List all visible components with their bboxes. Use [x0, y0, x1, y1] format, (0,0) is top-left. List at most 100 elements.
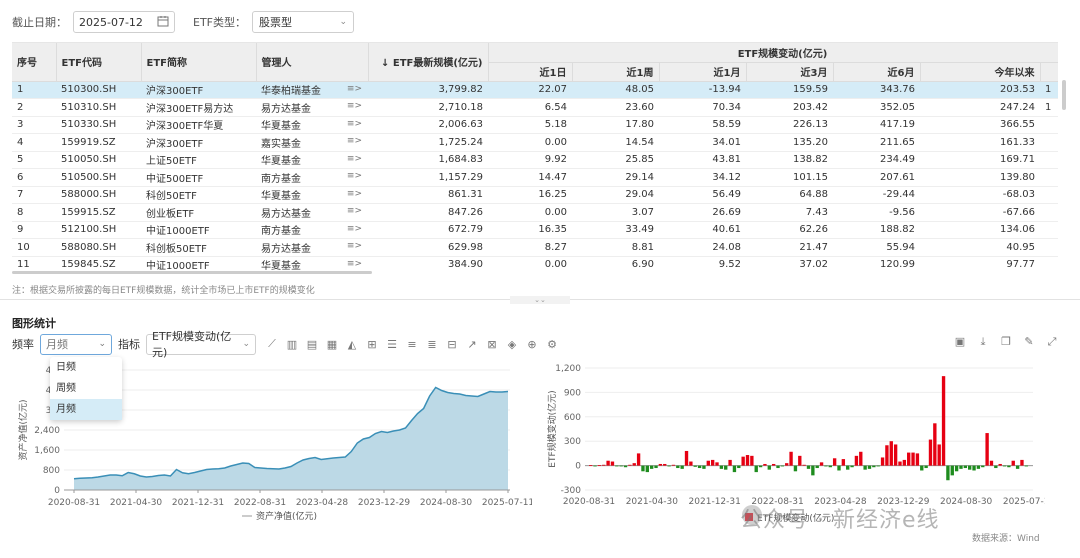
bar: [828, 465, 832, 468]
col-header-1d[interactable]: 近1日: [488, 62, 573, 82]
horizontal-bar-icon[interactable]: ☰: [382, 338, 402, 351]
horizontal-scrollbar[interactable]: [12, 271, 372, 274]
table-row[interactable]: 4 159919.SZ 沪深300ETF 嘉实基金 ≡> 1,725.24 0.00 14.5…: [12, 133, 1058, 152]
detail-menu-icon[interactable]: ≡>: [347, 119, 362, 129]
etf-table: 序号 ETF代码 ETF简称 管理人 ↓ ETF最新规模(亿元) ETF规模变动…: [12, 42, 1058, 272]
align-icon[interactable]: ≡: [402, 338, 422, 351]
col-header-1m[interactable]: 近1月: [659, 62, 747, 82]
bar: [737, 465, 741, 469]
manager-name: 易方达基金: [261, 208, 311, 220]
frequency-option-monthly[interactable]: 月频: [50, 399, 122, 420]
bar: [994, 465, 998, 469]
cell-change: -68.03: [920, 186, 1040, 204]
paint-bucket-icon[interactable]: ◈: [502, 338, 522, 351]
download-icon[interactable]: ⤓: [973, 335, 993, 349]
bar: [615, 465, 619, 467]
detail-menu-icon[interactable]: ≡>: [347, 259, 362, 269]
col-header-name[interactable]: ETF简称: [141, 43, 257, 82]
date-picker[interactable]: 2025-07-12: [73, 11, 175, 33]
detail-menu-icon[interactable]: ≡>: [347, 154, 362, 164]
list-chart-icon[interactable]: ≣: [422, 338, 442, 351]
bar: [789, 451, 793, 466]
bar: [776, 465, 780, 469]
x-tick-label: 2025-07-11: [482, 498, 532, 508]
grid-icon[interactable]: ⊟: [442, 338, 462, 351]
vertical-scrollbar[interactable]: [1062, 80, 1066, 110]
cell-change: 24.08: [659, 238, 746, 257]
cell-manager: 华夏基金 ≡>: [256, 256, 368, 272]
detail-menu-icon[interactable]: ≡>: [347, 101, 362, 111]
table-row[interactable]: 8 159915.SZ 创业板ETF 易方达基金 ≡> 847.26 0.00 3.07 26.…: [12, 203, 1058, 222]
detail-menu-icon[interactable]: ≡>: [347, 84, 362, 94]
frequency-option-weekly[interactable]: 周频: [50, 378, 122, 399]
cell-index: 3: [12, 116, 56, 134]
table-row[interactable]: 11 159845.SZ 中证1000ETF 华夏基金 ≡> 384.90 0.00 6.90…: [12, 256, 1058, 272]
detail-menu-icon[interactable]: ≡>: [347, 224, 362, 234]
bar-chart-icon[interactable]: ▥: [282, 338, 302, 351]
cell-scale: 3,799.82: [368, 81, 488, 99]
table-row[interactable]: 10 588080.SH 科创板50ETF 易方达基金 ≡> 629.98 8.27 8.81…: [12, 238, 1058, 257]
bar: [885, 445, 889, 466]
edit-icon[interactable]: ✎: [1019, 335, 1039, 349]
area-chart-icon[interactable]: ◭: [342, 338, 362, 351]
table-row[interactable]: 6 510500.SH 中证500ETF 南方基金 ≡> 1,157.29 14.47 29.…: [12, 168, 1058, 187]
bar: [872, 465, 876, 468]
bar: [645, 465, 649, 473]
bar: [850, 465, 854, 468]
resize-grip-icon[interactable]: ⌄⌄: [510, 296, 570, 304]
watermark: 公众号 · 新经济e线: [740, 502, 940, 534]
cell-change: 22.07: [488, 81, 572, 99]
mixed-chart-icon[interactable]: ⊠: [482, 338, 502, 351]
bar: [641, 465, 645, 472]
filter-bar: 截止日期： 2025-07-12 ETF类型： 股票型 ⌄: [12, 10, 354, 34]
detail-menu-icon[interactable]: ≡>: [347, 136, 362, 146]
stacked-bar-icon[interactable]: ▤: [302, 338, 322, 351]
fullscreen-icon[interactable]: ⤢: [1042, 335, 1062, 349]
table-row[interactable]: 9 512100.SH 中证1000ETF 南方基金 ≡> 672.79 16.35 33.4…: [12, 221, 1058, 239]
table-row[interactable]: 5 510050.SH 上证50ETF 华夏基金 ≡> 1,684.83 9.92 25.85…: [12, 151, 1058, 169]
detail-menu-icon[interactable]: ≡>: [347, 206, 362, 216]
bar: [724, 465, 728, 470]
frequency-option-daily[interactable]: 日频: [50, 357, 122, 378]
col-header-3m[interactable]: 近3月: [746, 62, 834, 82]
cell-change: 40.61: [659, 221, 746, 239]
combo-chart-icon[interactable]: ⊞: [362, 338, 382, 351]
line-chart-icon[interactable]: ⟋: [262, 337, 282, 351]
legend-label: 资产净值(亿元): [256, 510, 317, 522]
col-header-index[interactable]: 序号: [12, 43, 57, 82]
calendar-icon[interactable]: [157, 15, 169, 30]
trend-icon[interactable]: ↗: [462, 338, 482, 351]
col-header-ytd[interactable]: 今年以来: [920, 62, 1041, 82]
table-row[interactable]: 7 588000.SH 科创50ETF 华夏基金 ≡> 861.31 16.25 29.04 5…: [12, 186, 1058, 204]
zoom-icon[interactable]: ⊕: [522, 338, 542, 351]
indicator-value: ETF规模变动(亿元): [152, 330, 232, 359]
etf-type-select[interactable]: 股票型 ⌄: [252, 11, 354, 33]
bar: [632, 463, 636, 466]
table-row[interactable]: 2 510310.SH 沪深300ETF易方达 易方达基金 ≡> 2,710.18 6.54…: [12, 98, 1058, 117]
col-header-scale[interactable]: ↓ ETF最新规模(亿元): [368, 43, 489, 82]
cell-change: 9.52: [659, 256, 746, 272]
cell-scale: 629.98: [368, 238, 488, 257]
detail-menu-icon[interactable]: ≡>: [347, 241, 362, 251]
indicator-label: 指标: [118, 338, 140, 351]
cell-name: 沪深300ETF易方达: [141, 98, 256, 117]
col-header-1w[interactable]: 近1周: [572, 62, 660, 82]
detail-menu-icon[interactable]: ≡>: [347, 171, 362, 181]
column-chart-icon[interactable]: ▦: [322, 338, 342, 351]
frequency-dropdown: 日频 周频 月频: [50, 357, 122, 420]
bar: [1024, 465, 1028, 467]
table-row[interactable]: 3 510330.SH 沪深300ETF华夏 华夏基金 ≡> 2,006.63 5.18 17…: [12, 116, 1058, 134]
col-header-6m[interactable]: 近6月: [833, 62, 921, 82]
col-header-code[interactable]: ETF代码: [56, 43, 142, 82]
detail-menu-icon[interactable]: ≡>: [347, 189, 362, 199]
y-tick-label: 900: [564, 388, 581, 398]
table-row[interactable]: 1 510300.SH 沪深300ETF 华泰柏瑞基金 ≡> 3,799.82 22.07 4…: [12, 81, 1058, 99]
settings-icon[interactable]: ⚙: [542, 338, 562, 351]
cell-code: 588000.SH: [56, 186, 141, 204]
frequency-select[interactable]: 月频 ⌄: [40, 333, 112, 355]
indicator-select[interactable]: ETF规模变动(亿元) ⌄: [146, 330, 256, 359]
cell-name: 科创板50ETF: [141, 238, 256, 257]
copy-icon[interactable]: ❐: [996, 335, 1016, 349]
col-header-manager[interactable]: 管理人: [256, 43, 369, 82]
export-image-icon[interactable]: ▣: [950, 335, 970, 349]
